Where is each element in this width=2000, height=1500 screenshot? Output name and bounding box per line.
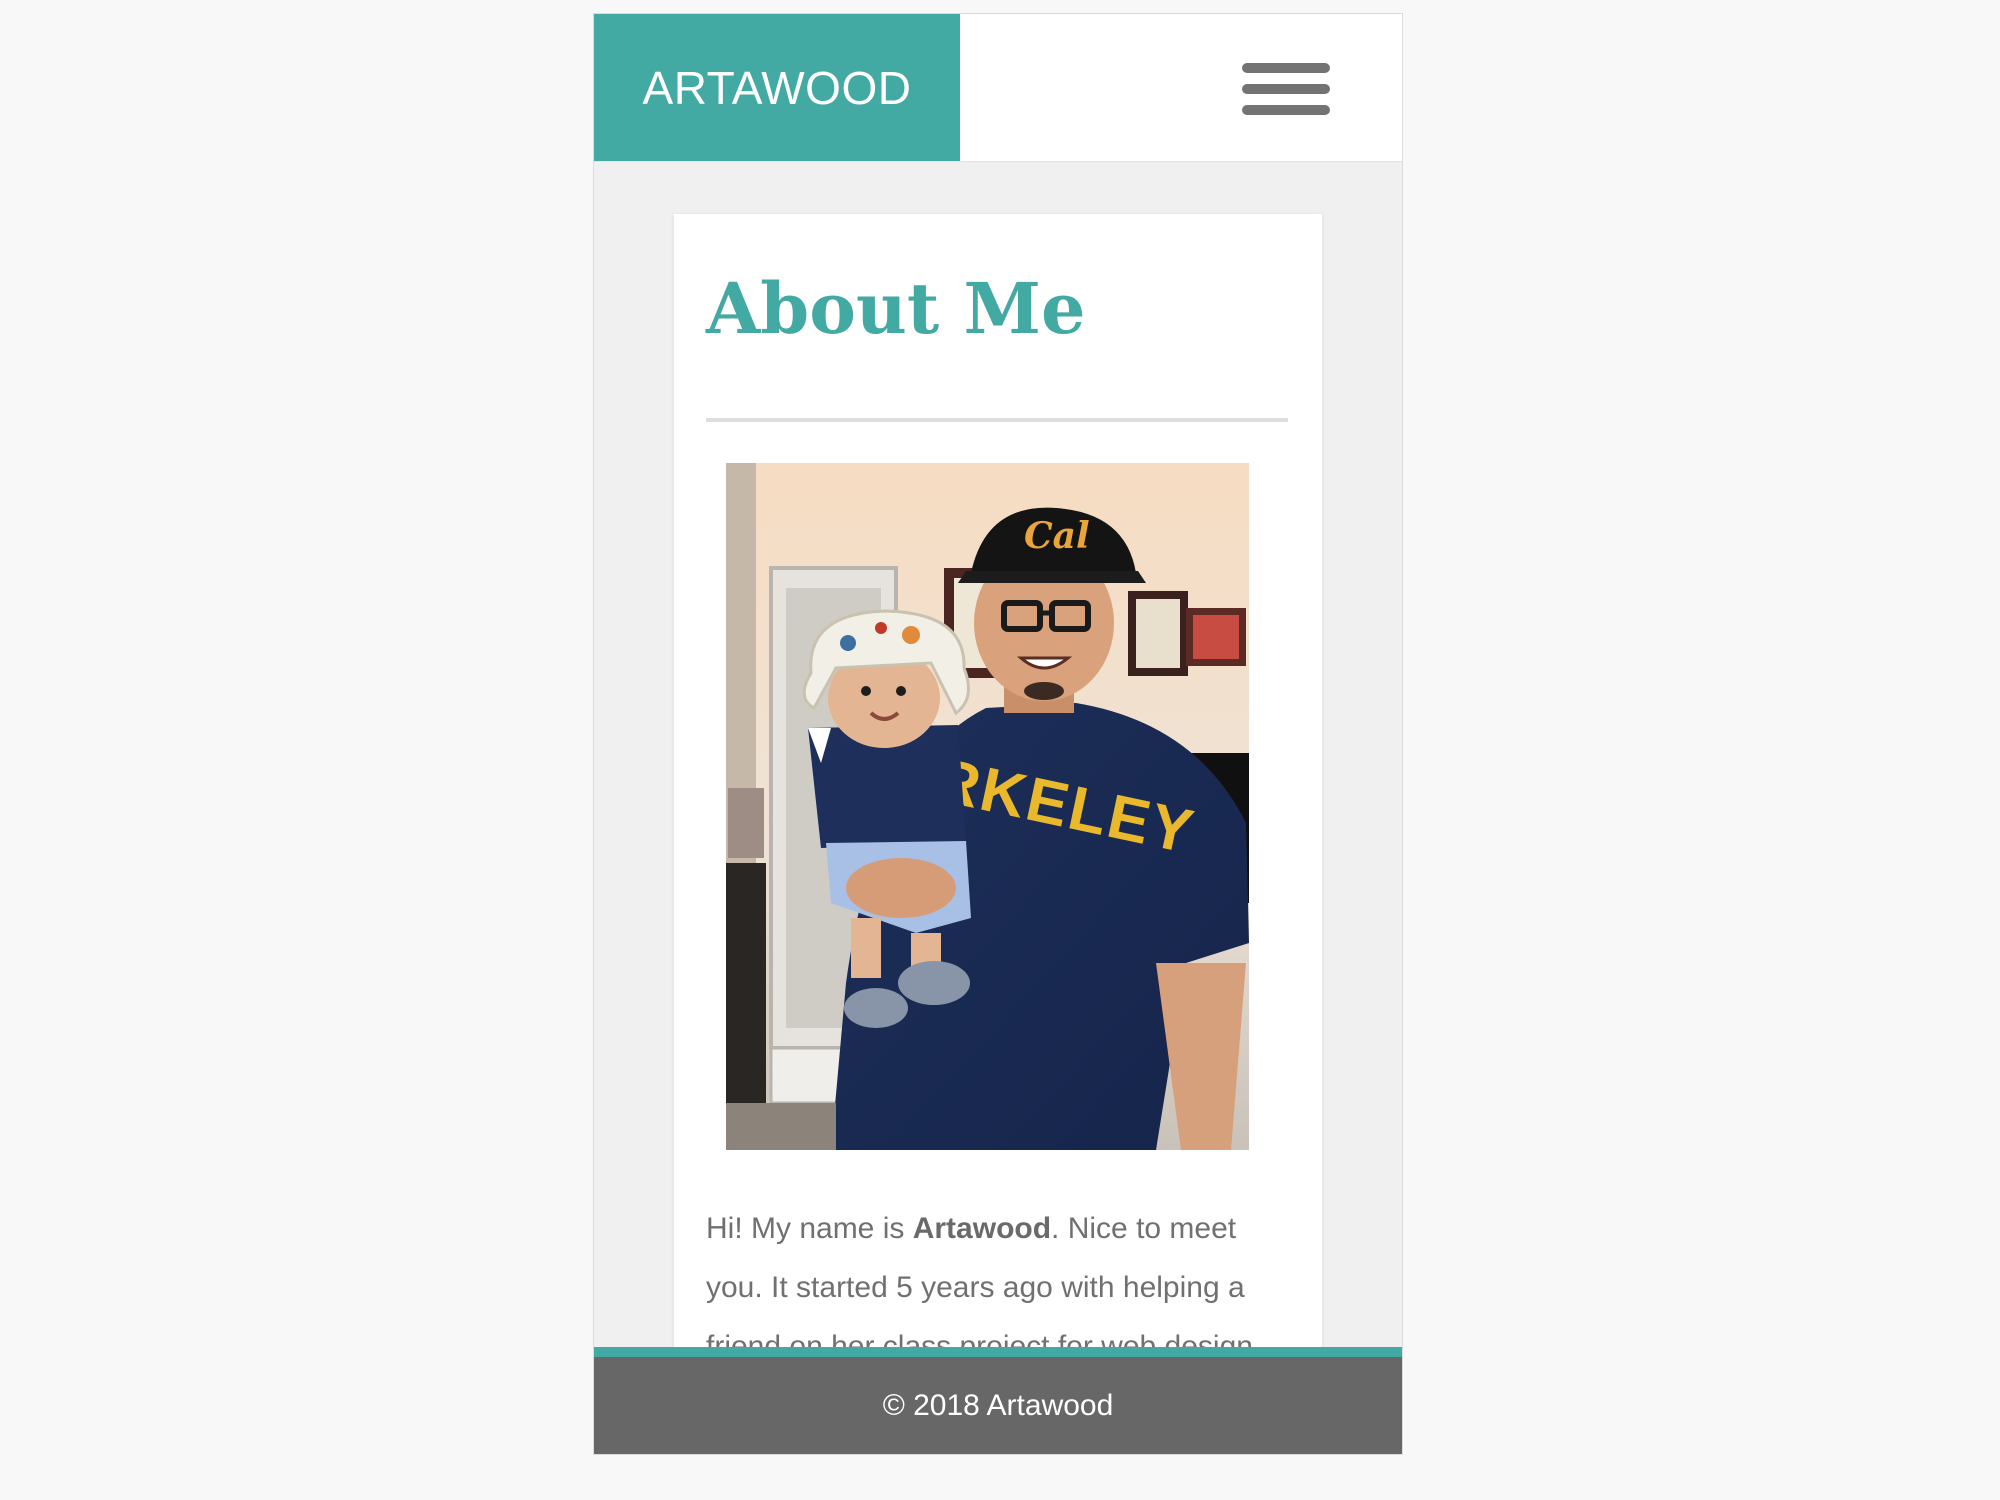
bio-name: Artawood bbox=[912, 1212, 1052, 1245]
menu-bar bbox=[1242, 63, 1330, 73]
title-divider bbox=[706, 418, 1288, 422]
page-title: About Me bbox=[706, 267, 1086, 350]
profile-photo: RKELEY Cal bbox=[726, 463, 1249, 1150]
bio-intro: Hi! My name is bbox=[706, 1212, 913, 1245]
copyright-text: © 2018 Artawood bbox=[882, 1388, 1114, 1422]
about-card: About Me RKELEY Cal Hi! My name is Artaw… bbox=[674, 214, 1322, 1454]
site-footer: © 2018 Artawood bbox=[594, 1357, 1402, 1454]
footer-accent-bar bbox=[594, 1347, 1402, 1357]
menu-bar bbox=[1242, 84, 1330, 94]
top-navbar: ARTAWOOD bbox=[594, 14, 1402, 162]
menu-bar bbox=[1242, 105, 1330, 115]
hamburger-menu-icon[interactable] bbox=[1240, 50, 1332, 128]
mobile-viewport: ARTAWOOD About Me RKELEY Cal Hi! My name… bbox=[593, 13, 1403, 1455]
svg-text:Cal: Cal bbox=[1024, 515, 1090, 557]
brand-logo[interactable]: ARTAWOOD bbox=[594, 14, 960, 161]
